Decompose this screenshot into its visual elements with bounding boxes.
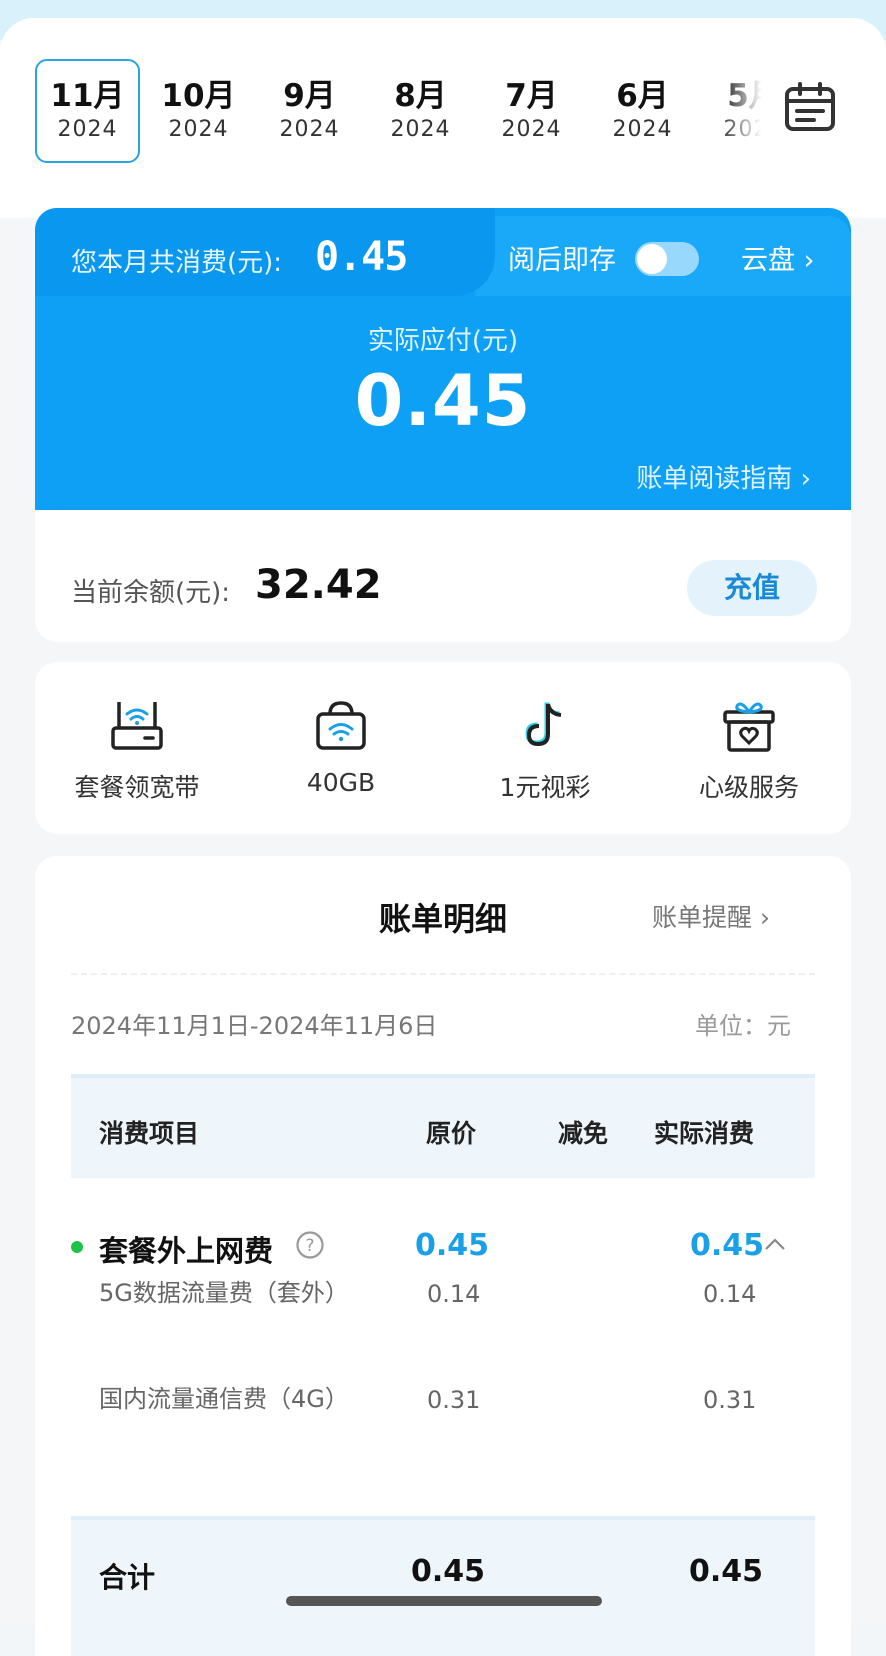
shortcut-40gb[interactable]: 40GB — [239, 662, 443, 834]
month-consume-label: 您本月共消费(元): — [71, 248, 283, 278]
actual-pay-label: 实际应付(元) — [367, 326, 519, 356]
gift-icon — [723, 702, 775, 752]
sub-item-actual: 0.14 — [703, 1280, 757, 1308]
status-dot — [71, 1241, 83, 1253]
header-original: 原价 — [426, 1119, 477, 1148]
month-tab-year: 2024 — [501, 117, 562, 142]
billing-period: 2024年11月1日-2024年11月6日 — [71, 1012, 438, 1040]
bill-table-header: 消费项目 原价 减免 实际消费 — [71, 1074, 815, 1178]
month-tab-nov-2024[interactable]: 11月 2024 — [35, 59, 140, 163]
shortcut-broadband[interactable]: 套餐领宽带 — [35, 662, 239, 834]
cloud-drive-link[interactable]: 云盘 › — [741, 238, 814, 277]
header-item: 消费项目 — [99, 1119, 200, 1148]
month-tab-month: 6月 — [616, 78, 669, 114]
month-tab-month: 8月 — [394, 78, 447, 114]
month-tab-year: 2024 — [390, 117, 451, 142]
header-discount: 减免 — [558, 1119, 609, 1148]
shortcut-grid: 套餐领宽带 40GB 1元视彩 心级服务 — [35, 662, 851, 834]
total-original: 0.45 — [411, 1554, 486, 1589]
balance-value: 32.42 — [255, 562, 382, 608]
month-tab-month: 7月 — [505, 78, 558, 114]
recharge-button[interactable]: 充值 — [687, 560, 817, 616]
actual-pay-value: 0.45 — [354, 360, 532, 442]
sub-item-name: 国内流量通信费（4G） — [99, 1385, 349, 1413]
tiktok-icon — [525, 701, 562, 747]
month-tab-aug-2024[interactable]: 8月 2024 — [368, 59, 473, 163]
month-tab-month: 11月 — [50, 78, 125, 114]
home-indicator[interactable] — [286, 1596, 602, 1606]
month-tab-jul-2024[interactable]: 7月 2024 — [479, 59, 584, 163]
read-save-toggle[interactable] — [635, 242, 699, 276]
month-tab-oct-2024[interactable]: 10月 2024 — [146, 59, 251, 163]
toggle-knob — [637, 244, 667, 274]
total-actual: 0.45 — [689, 1554, 764, 1589]
router-icon — [111, 702, 163, 750]
shortcut-label: 心级服务 — [698, 773, 799, 802]
month-tab-month: 9月 — [283, 78, 336, 114]
shortcut-label: 40GB — [306, 768, 376, 797]
sub-item-name: 5G数据流量费（套外） — [99, 1279, 349, 1307]
month-consume-value: 0.45 — [315, 234, 408, 280]
header-actual: 实际消费 — [654, 1119, 755, 1148]
month-tabs-fade — [720, 59, 772, 164]
bill-reminder-link[interactable]: 账单提醒 › — [652, 898, 770, 934]
svg-text:?: ? — [305, 1236, 314, 1256]
divider — [71, 973, 815, 975]
main-item-name[interactable]: 套餐外上网费 — [99, 1228, 273, 1270]
chevron-up-icon[interactable] — [763, 1236, 787, 1252]
bill-guide-link[interactable]: 账单阅读指南 › — [636, 458, 811, 495]
month-tab-month: 10月 — [161, 78, 236, 114]
calendar-icon — [785, 82, 835, 131]
shortcut-video-ringtone[interactable]: 1元视彩 — [443, 662, 647, 834]
bill-total-row: 合计 0.45 0.45 — [71, 1516, 815, 1656]
month-tab-year: 2024 — [57, 117, 118, 142]
shortcut-label: 套餐领宽带 — [74, 773, 200, 802]
shortcut-label: 1元视彩 — [499, 773, 591, 802]
currency-unit: 单位：元 — [695, 1012, 791, 1040]
main-item-actual: 0.45 — [690, 1228, 765, 1263]
bill-detail-card: 账单明细 账单提醒 › 2024年11月1日-2024年11月6日 单位：元 消… — [35, 856, 851, 1656]
month-tab-sep-2024[interactable]: 9月 2024 — [257, 59, 362, 163]
help-icon[interactable]: ? — [295, 1230, 325, 1260]
month-tabs[interactable]: 11月 2024 10月 2024 9月 2024 8月 2024 7月 202… — [35, 59, 765, 164]
sub-item-original: 0.31 — [427, 1386, 481, 1414]
sub-item-actual: 0.31 — [703, 1386, 757, 1414]
month-tab-year: 2024 — [612, 117, 673, 142]
month-tab-jun-2024[interactable]: 6月 2024 — [590, 59, 695, 163]
month-tab-year: 2024 — [279, 117, 340, 142]
main-item-original: 0.45 — [415, 1228, 490, 1263]
total-label: 合计 — [99, 1561, 156, 1594]
read-save-label: 阅后即存 — [508, 245, 616, 276]
balance-card: 当前余额(元): 32.42 充值 — [35, 510, 851, 642]
month-tab-year: 2024 — [168, 117, 229, 142]
shortcut-star-service[interactable]: 心级服务 — [647, 662, 851, 834]
calendar-button[interactable] — [782, 80, 838, 136]
balance-label: 当前余额(元): — [71, 578, 231, 608]
bill-summary-card: 您本月共消费(元): 0.45 阅后即存 云盘 › 实际应付(元) 0.45 账… — [35, 208, 851, 534]
wifi-bag-icon — [316, 701, 366, 750]
sub-item-original: 0.14 — [427, 1280, 481, 1308]
